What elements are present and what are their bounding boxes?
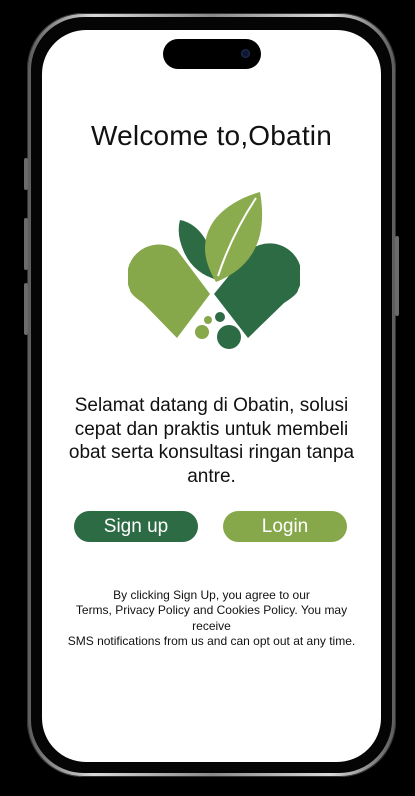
volume-up-button — [24, 218, 28, 270]
legal-line-1: By clicking Sign Up, you agree to our — [113, 588, 310, 602]
obatin-logo-icon — [128, 192, 300, 349]
signup-button[interactable]: Sign up — [74, 511, 198, 542]
welcome-description: Selamat datang di Obatin, solusi cepat d… — [68, 395, 355, 487]
app-screen: Welcome to,Obatin Selamat datang di Obat… — [42, 30, 381, 762]
login-button-label: Login — [261, 515, 309, 537]
action-button — [24, 158, 28, 190]
camera-icon — [241, 49, 250, 58]
volume-down-button — [24, 283, 28, 335]
legal-line-3: SMS notifications from us and can opt ou… — [67, 634, 356, 649]
welcome-title: Welcome to,Obatin — [91, 120, 332, 151]
logo-dot-small-light — [204, 316, 212, 324]
legal-line-2: Terms, Privacy Policy and Cookies Policy… — [75, 603, 348, 633]
logo-dot-large — [217, 325, 241, 349]
dynamic-island — [163, 39, 261, 69]
legal-notice: By clicking Sign Up, you agree to our Te… — [62, 588, 361, 650]
logo-dot-medium — [195, 325, 209, 339]
login-button[interactable]: Login — [223, 511, 347, 542]
signup-button-label: Sign up — [103, 515, 169, 537]
logo-dot-small-green — [215, 312, 225, 322]
power-button — [395, 236, 399, 316]
